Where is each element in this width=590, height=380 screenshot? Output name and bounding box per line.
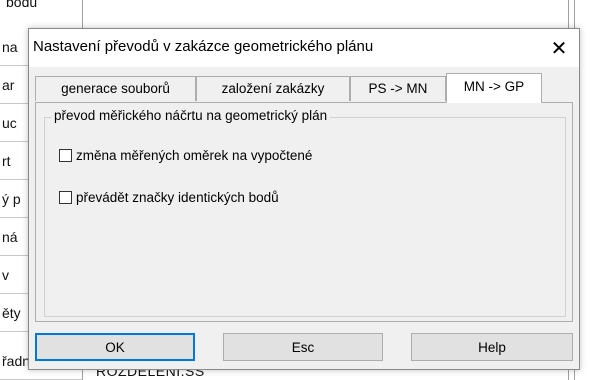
- tab-label: MN -> GP: [463, 79, 525, 94]
- esc-button[interactable]: Esc: [223, 333, 383, 361]
- dialog-button-row: OK Esc Help: [35, 333, 575, 363]
- tab-panel-mn-gp: převod měřického náčrtu na geometrický p…: [35, 102, 573, 322]
- background-top-bar: bodů: [0, 0, 590, 20]
- tab-label: PS -> MN: [368, 81, 428, 96]
- convert-identical-points-checkbox[interactable]: [59, 191, 72, 204]
- dialog-title: Nastavení převodů v zakázce geometrickéh…: [33, 38, 374, 55]
- tab-zalozeni-zakazky[interactable]: založení zakázky: [196, 76, 350, 101]
- close-button[interactable]: ✕: [539, 29, 579, 67]
- dialog-titlebar[interactable]: Nastavení převodů v zakázce geometrickéh…: [29, 29, 579, 67]
- measured-to-calculated-checkbox[interactable]: [59, 149, 72, 162]
- esc-button-label: Esc: [291, 339, 315, 355]
- help-button[interactable]: Help: [411, 333, 573, 361]
- close-icon: ✕: [550, 37, 568, 60]
- option-measured-to-calculated[interactable]: změna měřených oměrek na vypočtené: [59, 148, 312, 163]
- help-button-label: Help: [478, 339, 506, 355]
- groupbox-legend: převod měřického náčrtu na geometrický p…: [51, 108, 331, 123]
- option-label: změna měřených oměrek na vypočtené: [76, 148, 313, 163]
- tab-label: generace souborů: [61, 81, 170, 96]
- option-convert-identical-points[interactable]: převádět značky identických bodů: [59, 190, 279, 205]
- conversion-groupbox: převod měřického náčrtu na geometrický p…: [44, 108, 566, 317]
- settings-dialog: Nastavení převodů v zakázce geometrickéh…: [28, 28, 580, 370]
- ok-button[interactable]: OK: [35, 333, 195, 361]
- tab-generace-souboru[interactable]: generace souborů: [35, 76, 196, 101]
- tab-label: založení zakázky: [221, 81, 325, 96]
- tab-mn-gp[interactable]: MN -> GP: [446, 73, 542, 103]
- ok-button-label: OK: [105, 339, 125, 355]
- tab-ps-mn[interactable]: PS -> MN: [350, 76, 446, 101]
- option-label: převádět značky identických bodů: [76, 190, 279, 205]
